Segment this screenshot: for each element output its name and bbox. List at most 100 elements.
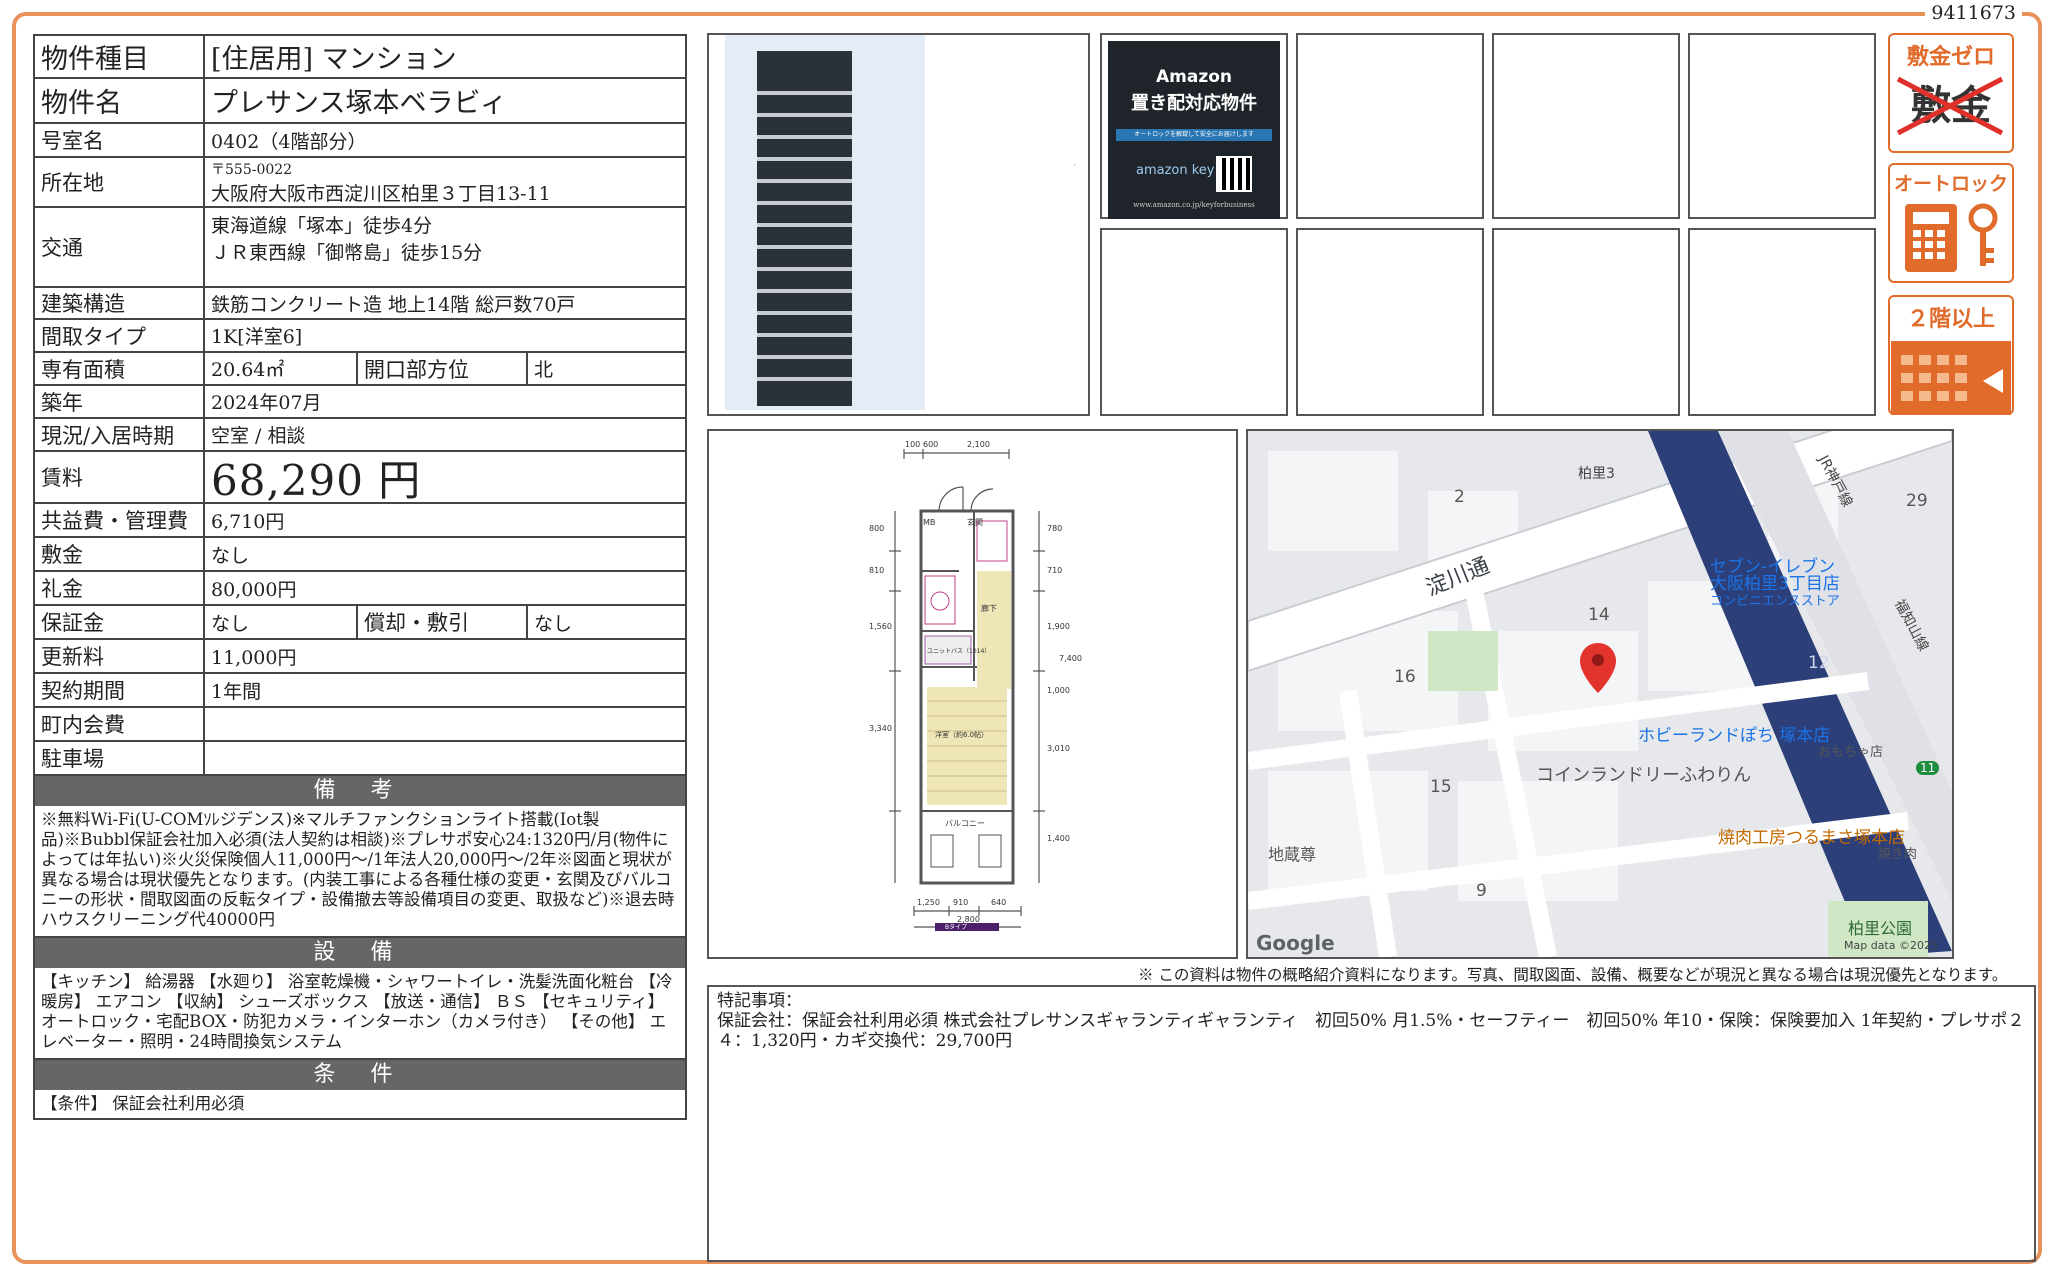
deposit-zero-badge: 敷金ゼロ 敷金 bbox=[1888, 33, 2014, 153]
building-floor-icon bbox=[1891, 341, 2013, 415]
spec-label: 築年 bbox=[35, 386, 205, 417]
google-logo: Google bbox=[1256, 931, 1335, 955]
occupancy-status: 空室 / 相談 bbox=[211, 425, 306, 447]
building-floor-stripe bbox=[757, 179, 852, 183]
plan-dim: 780 bbox=[1047, 524, 1062, 533]
photo-slot bbox=[1688, 33, 1876, 219]
equipment-text: 【キッチン】 給湯器 【水廻り】 浴室乾燥機・シャワートイレ・洗髪洗面化粧台 【… bbox=[33, 968, 687, 1060]
floor-area: 20.64㎡ bbox=[205, 353, 358, 384]
photo-slot bbox=[1492, 33, 1680, 219]
photo-slot bbox=[1688, 228, 1876, 416]
photo-speck: · bbox=[1073, 161, 1076, 170]
map-shop-sub: おもちゃ店 bbox=[1818, 745, 1884, 760]
document-id: 9411673 bbox=[1925, 2, 2022, 24]
plan-room: 玄関 bbox=[967, 517, 983, 527]
spec-label: 賃料 bbox=[35, 452, 205, 502]
building-floor-stripe bbox=[757, 355, 852, 359]
remarks-heading: 備 考 bbox=[33, 776, 687, 806]
plan-dim: 100 bbox=[905, 440, 920, 449]
building-floor-stripe bbox=[757, 245, 852, 249]
spec-label: 敷金 bbox=[35, 538, 205, 570]
opening-direction: 北 bbox=[534, 359, 554, 381]
map-label: コンビニエンスストア bbox=[1710, 594, 1840, 609]
plan-dim: 7,400 bbox=[1059, 654, 1082, 663]
map-block-number: 16 bbox=[1394, 667, 1416, 687]
tower-shape bbox=[757, 51, 852, 406]
map-restaurant-label: 焼肉工房つるまさ塚本店 bbox=[1718, 828, 1905, 848]
spec-label: 所在地 bbox=[35, 158, 205, 206]
amazon-bar: オートロックを解錠して安全にお届けします bbox=[1116, 129, 1272, 141]
plan-dim: 800 bbox=[869, 524, 884, 533]
spec-label: 号室名 bbox=[35, 124, 205, 156]
spec-label: 間取タイプ bbox=[35, 320, 205, 351]
spec-label: 専有面積 bbox=[35, 353, 205, 384]
spec-label: 礼金 bbox=[35, 572, 205, 604]
plan-dim: 2,100 bbox=[967, 440, 990, 449]
plan-dim: 910 bbox=[953, 898, 968, 907]
spec-row-area: 専有面積 20.64㎡ 開口部方位 北 bbox=[33, 353, 687, 386]
building-floor-stripe bbox=[757, 223, 852, 227]
plan-dim: 1,250 bbox=[917, 898, 940, 907]
deposit: なし bbox=[211, 544, 250, 567]
amazon-title: Amazon bbox=[1155, 67, 1233, 87]
plan-room: MB bbox=[923, 518, 935, 527]
plan-dim: 1,560 bbox=[869, 622, 892, 631]
map-shop-label: ホビーランドぽち 塚本店 bbox=[1638, 726, 1831, 746]
building-photo: · bbox=[707, 33, 1090, 416]
spec-row-layout: 間取タイプ 1K[洋室6] bbox=[33, 320, 687, 353]
plan-dim: 600 bbox=[923, 440, 938, 449]
notes-title: 特記事項： bbox=[717, 991, 802, 1011]
spec-label: 共益費・管理費 bbox=[35, 504, 205, 536]
building-floor-stripe bbox=[757, 91, 852, 95]
property-type: [住居用] マンション bbox=[211, 44, 457, 75]
map-label: 柏里3 bbox=[1578, 466, 1615, 482]
spec-label: 償却・敷引 bbox=[358, 606, 528, 638]
spec-row-renewal: 更新料 11,000円 bbox=[33, 640, 687, 674]
badge-title: オートロック bbox=[1893, 173, 2008, 195]
map-restaurant-sub: 焼き肉 bbox=[1878, 847, 1918, 862]
location-pin-icon bbox=[1580, 643, 1616, 693]
spec-row-rent: 賃料 68,290 円 bbox=[33, 452, 687, 505]
location-map[interactable]: 柏里3 淀川通 セブン-イレブン 大阪柏里3丁目店 コンビニエンスストア JR神… bbox=[1246, 429, 1954, 959]
access-line: ＪＲ東西線「御幣島」徒歩15分 bbox=[211, 242, 483, 264]
layout-type: 1K[洋室6] bbox=[211, 326, 303, 348]
amazon-key-sign: Amazon 置き配対応物件 オートロックを解錠して安全にお届けします amaz… bbox=[1108, 41, 1280, 219]
map-park-label: 柏里公園 bbox=[1848, 919, 1913, 938]
plan-dim: 1,900 bbox=[1047, 622, 1070, 631]
building-floor-stripe bbox=[757, 267, 852, 271]
spec-row-room: 号室名 0402（4階部分） bbox=[33, 124, 687, 158]
plan-dim: 810 bbox=[869, 566, 884, 575]
spec-label: 建築構造 bbox=[35, 288, 205, 318]
plan-dim: 710 bbox=[1047, 566, 1062, 575]
conditions-text: 【条件】 保証会社利用必須 bbox=[33, 1090, 687, 1120]
spec-label: 町内会費 bbox=[35, 708, 205, 740]
map-block-number: 9 bbox=[1476, 881, 1487, 901]
plan-type: Bタイプ bbox=[945, 923, 967, 931]
photo-slot bbox=[1296, 228, 1484, 416]
spec-row-term: 契約期間 1年間 bbox=[33, 674, 687, 708]
plan-dim: 1,000 bbox=[1047, 686, 1070, 695]
spec-label: 開口部方位 bbox=[358, 353, 528, 384]
spec-row-fee: 共益費・管理費 6,710円 bbox=[33, 504, 687, 538]
structure: 鉄筋コンクリート造 地上14階 総戸数70戸 bbox=[211, 293, 576, 316]
amazon-subtitle: 置き配対応物件 bbox=[1131, 93, 1257, 114]
map-block-number: 12 bbox=[1808, 653, 1830, 673]
amazon-key-logo: amazon key bbox=[1136, 163, 1215, 178]
spec-label: 交通 bbox=[35, 208, 205, 286]
plan-room: 洋室（約6.0帖） bbox=[935, 730, 988, 739]
spec-row-key-money: 礼金 80,000円 bbox=[33, 572, 687, 606]
building-floor-stripe bbox=[757, 113, 852, 117]
property-spec-table: 物件種目 [住居用] マンション 物件名 プレサンス塚本ベラビィ 号室名 040… bbox=[33, 34, 687, 1120]
building-floor-stripe bbox=[757, 157, 852, 161]
plan-dim: 640 bbox=[991, 898, 1006, 907]
notes-text: 保証会社：保証会社利用必須 株式会社プレサンスギャランティギャランティ 初回50… bbox=[717, 1011, 2025, 1051]
management-fee: 6,710円 bbox=[211, 510, 285, 533]
special-notes: 特記事項： 保証会社：保証会社利用必須 株式会社プレサンスギャランティギャランテ… bbox=[707, 985, 2036, 1262]
spec-row-guarantee: 保証金 なし 償却・敷引 なし bbox=[33, 606, 687, 640]
address: 〒555-0022 大阪府大阪市西淀川区柏里３丁目13-11 bbox=[205, 158, 685, 206]
map-label: 大阪柏里3丁目店 bbox=[1710, 574, 1840, 594]
plan-room: ユニットバス（1014） bbox=[927, 648, 990, 655]
renewal-fee: 11,000円 bbox=[211, 646, 297, 669]
key-money: 80,000円 bbox=[211, 578, 297, 601]
building-floor-stripe bbox=[757, 311, 852, 315]
